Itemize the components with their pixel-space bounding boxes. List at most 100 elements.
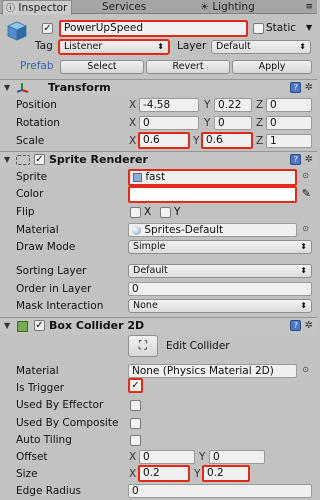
tab-bar: ⓘ Inspector Services ☀ Lighting ≡ [0,0,317,15]
used-by-effector-checkbox[interactable] [130,400,141,411]
object-picker-icon[interactable]: ⊙ [302,365,309,374]
component-icons: ? ✲ [290,318,313,334]
sprite-field[interactable]: fast [128,169,297,186]
sprite-asset-icon [133,172,142,182]
gear-icon[interactable]: ✲ [305,320,313,331]
rotation-z-field[interactable]: 0 [266,116,312,130]
lighting-icon: ☀ [200,2,209,13]
flip-label: Flip [16,206,35,218]
static-label: Static [266,22,297,34]
color-label: Color [16,188,44,200]
help-icon[interactable]: ? [290,81,302,93]
flip-y-label: Y [174,206,181,218]
offset-x-field[interactable]: 0 [139,450,195,464]
tab-inspector[interactable]: ⓘ Inspector [2,0,72,15]
scale-z-field[interactable]: 1 [266,134,312,148]
scale-y-field[interactable]: 0.6 [201,132,253,149]
chevron-down-icon: ⬍ [300,301,307,310]
transform-title: Transform [48,81,111,94]
sprite-renderer-icon [16,155,30,165]
flip-y-checkbox[interactable] [160,207,171,218]
fold-arrow-icon[interactable]: ▼ [4,152,10,168]
static-dropdown-arrow-icon[interactable]: ▼ [306,21,312,35]
rotation-x-field[interactable]: 0 [139,116,199,130]
gear-icon[interactable]: ✲ [305,82,313,93]
axis-y-label: Y [199,451,206,463]
edit-collider-label: Edit Collider [166,340,230,352]
scale-x-field[interactable]: 0.6 [138,132,190,149]
gear-icon[interactable]: ✲ [305,154,313,165]
edge-radius-field[interactable]: 0 [128,484,312,498]
color-swatch[interactable] [128,186,297,203]
prefab-revert-button[interactable]: Revert [146,60,230,74]
draw-mode-label: Draw Mode [16,241,76,253]
tab-services[interactable]: Services [102,0,162,14]
active-checkbox[interactable]: ✓ [42,23,53,34]
sorting-layer-dropdown[interactable]: Default ⬍ [128,264,312,278]
tab-inspector-label: Inspector [18,2,68,14]
prefab-apply-button[interactable]: Apply [232,60,312,74]
axis-y-label: Y [193,135,200,147]
position-z-field[interactable]: 0 [266,98,312,112]
draw-mode-dropdown[interactable]: Simple ⬍ [128,240,312,254]
sprite-renderer-header[interactable]: ▼ ✓ Sprite Renderer ? ✲ [0,152,317,168]
fold-arrow-icon[interactable]: ▼ [4,318,10,334]
axis-z-label: Z [256,135,264,147]
help-icon[interactable]: ? [290,319,302,331]
used-by-composite-checkbox[interactable] [130,418,141,429]
component-icons: ? ✲ [290,152,313,168]
tag-dropdown[interactable]: Listener ⬍ [58,39,170,55]
draw-mode-value: Simple [133,241,166,252]
collider-material-field[interactable]: None (Physics Material 2D) [128,364,297,378]
sorting-layer-label: Sorting Layer [16,265,87,277]
chevron-down-icon: ⬍ [299,42,306,51]
object-picker-icon[interactable]: ⊙ [302,224,309,233]
box-collider-enabled-checkbox[interactable]: ✓ [34,320,45,331]
component-icons: ? ✲ [290,80,313,96]
material-value: Sprites-Default [144,224,224,236]
transform-header[interactable]: ▼ Transform ? ✲ [0,80,317,96]
chevron-down-icon: ⬍ [157,42,164,51]
tab-menu-icon[interactable]: ≡ [305,0,313,14]
rotation-y-field[interactable]: 0 [214,116,252,130]
prefab-select-button[interactable]: Select [60,60,144,74]
fold-arrow-icon[interactable]: ▼ [4,80,10,96]
mask-interaction-value: None [133,300,158,311]
layer-label: Layer [177,40,207,52]
flip-x-checkbox[interactable] [130,207,141,218]
position-x-field[interactable]: -4.58 [139,98,199,112]
axis-z-label: Z [256,99,264,111]
object-picker-icon[interactable]: ⊙ [302,171,309,180]
scale-label: Scale [16,135,45,147]
size-y-field[interactable]: 0.2 [202,465,250,482]
is-trigger-checkbox[interactable]: ✓ [128,378,143,393]
box-collider-icon [17,321,28,332]
sprite-renderer-enabled-checkbox[interactable]: ✓ [34,154,45,165]
auto-tiling-checkbox[interactable] [130,435,141,446]
sprite-label: Sprite [16,171,48,183]
mask-interaction-label: Mask Interaction [16,300,104,312]
mask-interaction-dropdown[interactable]: None ⬍ [128,299,312,313]
used-by-effector-label: Used By Effector [16,399,104,411]
axis-y-label: Y [194,468,201,480]
chevron-down-icon: ⬍ [300,242,307,251]
edit-collider-button[interactable]: ⛶ [128,335,158,357]
box-collider-header[interactable]: ▼ ✓ Box Collider 2D ? ✲ [0,318,317,334]
material-field[interactable]: Sprites-Default [128,223,297,237]
box-collider-title: Box Collider 2D [49,319,145,332]
axis-y-label: Y [204,99,211,111]
size-x-field[interactable]: 0.2 [138,465,190,482]
order-in-layer-field[interactable]: 0 [128,282,312,296]
object-name-field[interactable]: PowerUpSpeed [59,20,248,37]
layer-dropdown[interactable]: Default ⬍ [211,40,311,54]
help-icon[interactable]: ? [290,153,302,165]
tab-lighting-label: Lighting [212,1,255,13]
axis-x-label: X [129,451,137,463]
tab-lighting[interactable]: ☀ Lighting [200,0,270,14]
offset-y-field[interactable]: 0 [209,450,265,464]
static-checkbox[interactable] [253,23,264,34]
material-label: Material [16,224,59,236]
position-y-field[interactable]: 0.22 [214,98,252,112]
tag-value: Listener [64,41,103,52]
eyedropper-icon[interactable]: ✎ [302,187,311,200]
